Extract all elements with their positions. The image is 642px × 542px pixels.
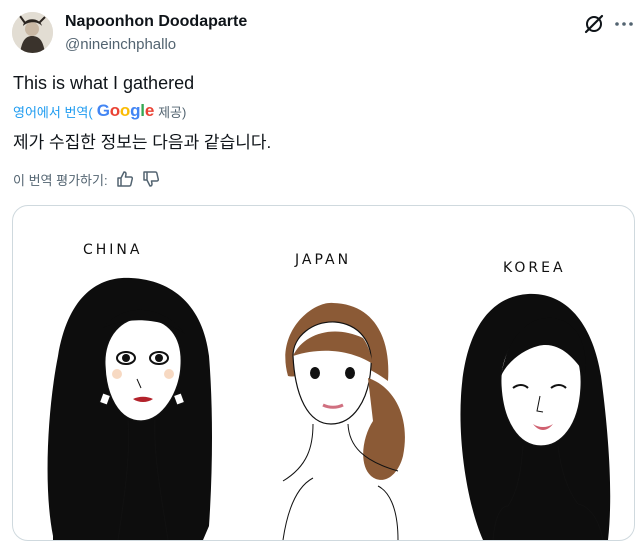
label-japan: JAPAN [294, 252, 351, 268]
china-figure [47, 277, 212, 540]
translated-by-link[interactable]: 영어에서 번역( [13, 102, 93, 121]
more-icon [615, 22, 633, 26]
translation-attribution: 영어에서 번역( Google 제공) [13, 101, 187, 121]
rate-translation: 이 번역 평가하기: [13, 170, 160, 188]
thumbs-up-button[interactable] [116, 170, 134, 188]
avatar[interactable] [12, 12, 53, 53]
tweet-text: This is what I gathered [13, 73, 195, 93]
japan-figure [282, 302, 405, 540]
google-logo: Google [96, 101, 155, 120]
grok-button[interactable] [581, 11, 607, 37]
thumbs-down-icon [142, 171, 159, 187]
more-button[interactable] [611, 11, 637, 37]
label-china: CHINA [83, 242, 142, 258]
drawing: CHINA JAPAN KOREA [47, 242, 611, 540]
translated-text: 제가 수집한 정보는 다음과 같습니다. [13, 133, 272, 152]
korea-figure [460, 293, 611, 540]
provided-label: 제공) [158, 104, 187, 120]
label-korea: KOREA [503, 260, 566, 276]
grok-icon [584, 14, 604, 34]
rate-translation-label: 이 번역 평가하기: [13, 172, 108, 188]
author-handle[interactable]: @nineinchphallo [65, 36, 176, 53]
thumbs-up-icon [116, 171, 133, 187]
thumbs-down-button[interactable] [142, 170, 160, 188]
author-name[interactable]: Napoonhon Doodaparte [65, 13, 247, 31]
tweet-image[interactable]: CHINA JAPAN KOREA [12, 205, 635, 541]
